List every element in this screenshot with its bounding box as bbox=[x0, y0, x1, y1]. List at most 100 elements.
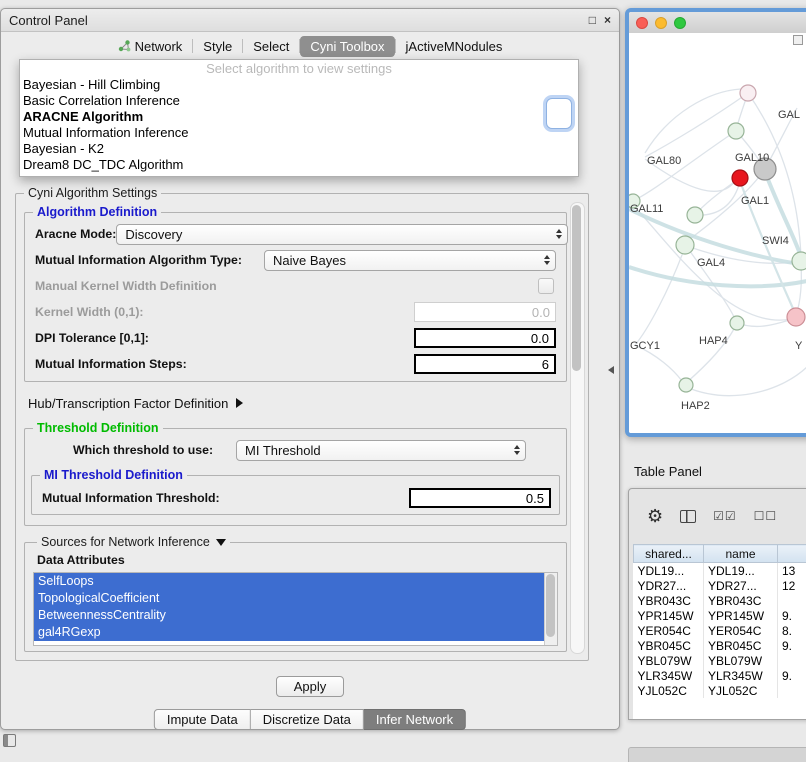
table-row[interactable]: YBR045CYBR045C9. bbox=[634, 638, 806, 653]
mi-steps-label: Mutual Information Steps: bbox=[35, 357, 187, 371]
mi-type-select[interactable]: Naive Bayes bbox=[264, 250, 556, 271]
table-row[interactable]: YPR145WYPR145W9. bbox=[634, 608, 806, 623]
which-threshold-value: MI Threshold bbox=[245, 443, 321, 458]
column-header-shared-name[interactable]: shared... bbox=[634, 545, 704, 563]
table-cell: YBR043C bbox=[634, 593, 704, 608]
table-cell: YLR345W bbox=[634, 668, 704, 683]
collapse-down-icon[interactable] bbox=[216, 539, 226, 546]
attribute-list-item[interactable]: TopologicalCoefficient bbox=[34, 590, 545, 607]
table-row[interactable]: YDR27...YDR27...12 bbox=[634, 578, 806, 593]
column-header-name[interactable]: name bbox=[704, 545, 778, 563]
close-traffic-light-icon[interactable] bbox=[636, 17, 648, 29]
network-node[interactable] bbox=[679, 378, 693, 392]
apply-button[interactable]: Apply bbox=[276, 676, 344, 697]
network-node[interactable] bbox=[792, 252, 806, 270]
aracne-mode-select[interactable]: Discovery bbox=[116, 224, 568, 245]
data-attributes-label: Data Attributes bbox=[37, 553, 558, 567]
minimize-traffic-light-icon[interactable] bbox=[655, 17, 667, 29]
tab-network-label: Network bbox=[135, 39, 183, 54]
data-attributes-list[interactable]: SelfLoopsTopologicalCoefficientBetweenne… bbox=[33, 572, 558, 646]
table-row[interactable]: YBL079WYBL079W bbox=[634, 653, 806, 668]
algorithm-dropdown-popup: Select algorithm to view settings Bayesi… bbox=[19, 59, 579, 177]
network-node[interactable] bbox=[687, 207, 703, 223]
table-cell: YPR145W bbox=[634, 608, 704, 623]
tab-network[interactable]: Network bbox=[108, 36, 193, 57]
tab-discretize-data[interactable]: Discretize Data bbox=[251, 709, 364, 730]
table-cell: 8. bbox=[778, 623, 806, 638]
attribute-list-item[interactable]: BetweennessCentrality bbox=[34, 607, 545, 624]
expand-right-icon[interactable] bbox=[236, 398, 243, 408]
network-node[interactable] bbox=[676, 236, 694, 254]
control-panel-titlebar: Control Panel □ × bbox=[1, 9, 619, 32]
tab-jactivemodules[interactable]: jActiveMNodules bbox=[396, 36, 513, 57]
network-canvas[interactable]: GAL80GAL10GAL11GAL1SWI4GAL4GCY1HAP4HAP2G… bbox=[629, 33, 806, 433]
control-panel-window: Control Panel □ × Network Style Select C… bbox=[0, 8, 620, 730]
hub-definition-section[interactable]: Hub/Transcription Factor Definition bbox=[28, 394, 565, 412]
control-panel-title: Control Panel bbox=[9, 13, 88, 28]
focused-stepper-control[interactable] bbox=[546, 98, 572, 129]
panel-dock-icon[interactable] bbox=[3, 734, 16, 747]
algorithm-option[interactable]: ARACNE Algorithm bbox=[20, 109, 578, 125]
settings-scrollbar-thumb[interactable] bbox=[572, 205, 581, 371]
settings-scrollbar[interactable] bbox=[570, 202, 585, 654]
table-panel-title: Table Panel bbox=[634, 464, 702, 479]
column-header-partial[interactable] bbox=[778, 545, 806, 563]
dpi-tolerance-field[interactable] bbox=[414, 328, 556, 348]
attribute-list-item[interactable]: gal4RGexp bbox=[34, 624, 545, 641]
algorithm-option[interactable]: Bayesian - Hill Climbing bbox=[20, 77, 578, 93]
table-row[interactable]: YBR043CYBR043C bbox=[634, 593, 806, 608]
node-table[interactable]: shared... name YDL19...YDL19...13YDR27..… bbox=[633, 544, 806, 719]
table-cell: YDL19... bbox=[704, 563, 778, 579]
attribute-list-item[interactable]: SelfLoops bbox=[34, 573, 545, 590]
data-attributes-list-items: SelfLoopsTopologicalCoefficientBetweenne… bbox=[34, 573, 557, 641]
table-row[interactable]: YJL052CYJL052C bbox=[634, 683, 806, 698]
select-all-icon[interactable]: ☑☑ bbox=[713, 509, 737, 523]
manual-kernel-width-checkbox[interactable] bbox=[538, 278, 554, 294]
mi-steps-field[interactable] bbox=[414, 354, 556, 374]
sources-group: Sources for Network Inference Data Attri… bbox=[24, 542, 567, 652]
float-window-icon[interactable]: □ bbox=[589, 13, 596, 27]
canvas-corner-button[interactable] bbox=[793, 35, 803, 45]
tab-infer-network[interactable]: Infer Network bbox=[364, 709, 466, 730]
network-tab-icon bbox=[118, 40, 131, 52]
table-row[interactable]: YLR345WYLR345W9. bbox=[634, 668, 806, 683]
algorithm-option[interactable]: Mutual Information Inference bbox=[20, 125, 578, 141]
attributes-scrollbar-thumb[interactable] bbox=[546, 574, 555, 637]
network-node-label: SWI4 bbox=[762, 235, 789, 247]
network-node[interactable] bbox=[740, 85, 756, 101]
table-row[interactable]: YER054CYER054C8. bbox=[634, 623, 806, 638]
mi-type-label: Mutual Information Algorithm Type: bbox=[35, 253, 242, 267]
table-cell: 9. bbox=[778, 608, 806, 623]
network-node[interactable] bbox=[732, 170, 748, 186]
show-columns-icon[interactable] bbox=[680, 510, 696, 523]
table-cell: YDR27... bbox=[634, 578, 704, 593]
mi-threshold-field[interactable] bbox=[409, 488, 551, 508]
algorithm-option[interactable]: Bayesian - K2 bbox=[20, 141, 578, 157]
table-cell: YBL079W bbox=[634, 653, 704, 668]
dpi-tolerance-label: DPI Tolerance [0,1]: bbox=[35, 331, 149, 345]
network-node[interactable] bbox=[730, 316, 744, 330]
algorithm-option[interactable]: Dream8 DC_TDC Algorithm bbox=[20, 157, 578, 173]
tab-impute-data[interactable]: Impute Data bbox=[154, 709, 251, 730]
zoom-traffic-light-icon[interactable] bbox=[674, 17, 686, 29]
kernel-width-field[interactable] bbox=[414, 302, 556, 322]
network-node[interactable] bbox=[728, 123, 744, 139]
algorithm-option[interactable]: Basic Correlation Inference bbox=[20, 93, 578, 109]
tab-select[interactable]: Select bbox=[243, 36, 299, 57]
tab-style[interactable]: Style bbox=[193, 36, 242, 57]
attributes-list-scrollbar[interactable] bbox=[544, 573, 557, 645]
gear-icon[interactable]: ⚙ bbox=[647, 507, 663, 525]
network-window-titlebar bbox=[629, 12, 806, 34]
deselect-all-icon[interactable]: ☐☐ bbox=[754, 509, 778, 523]
splitpane-collapse-icon[interactable] bbox=[608, 366, 614, 374]
sources-group-title[interactable]: Sources for Network Inference bbox=[37, 535, 230, 549]
mi-threshold-label: Mutual Information Threshold: bbox=[42, 491, 220, 505]
which-threshold-select[interactable]: MI Threshold bbox=[236, 440, 526, 461]
network-view-window: GAL80GAL10GAL11GAL1SWI4GAL4GCY1HAP4HAP2G… bbox=[625, 8, 806, 437]
sources-title-text: Sources for Network Inference bbox=[41, 535, 210, 549]
network-node[interactable] bbox=[787, 308, 805, 326]
algorithm-dropdown-placeholder: Select algorithm to view settings bbox=[20, 60, 578, 77]
close-icon[interactable]: × bbox=[604, 13, 611, 27]
tab-cyni-toolbox[interactable]: Cyni Toolbox bbox=[300, 36, 394, 57]
table-row[interactable]: YDL19...YDL19...13 bbox=[634, 563, 806, 579]
